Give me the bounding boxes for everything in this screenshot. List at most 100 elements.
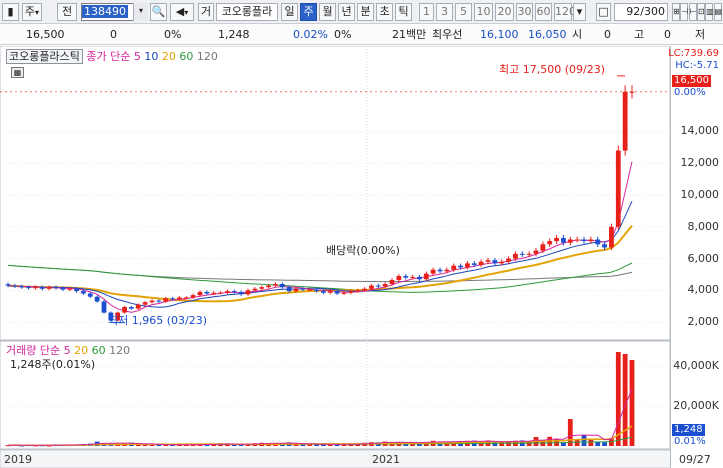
candle-body xyxy=(334,291,340,294)
period-button-3[interactable]: 년 xyxy=(338,3,355,21)
period-button-6[interactable]: 틱 xyxy=(395,3,412,21)
period-button-4[interactable]: 분 xyxy=(357,3,374,21)
candle-body xyxy=(348,291,354,293)
high-annotation: 최고 17,500 (09/23) xyxy=(499,63,606,76)
candle-body xyxy=(156,300,162,302)
candle-body xyxy=(314,289,319,292)
candle-body xyxy=(609,226,614,248)
candle-body xyxy=(204,291,210,294)
price-tick-label: 2,000 xyxy=(687,315,720,329)
chart-area[interactable]: 코오롱플라스틱 종가 단순 5 10 20 60 120 ▦ 최고 17,500… xyxy=(0,46,723,468)
candle-body xyxy=(478,261,484,265)
interval-button-10[interactable]: 10 xyxy=(474,3,493,21)
price-tick-label: 10,000 xyxy=(680,188,720,202)
date-label-2019: 2019 xyxy=(4,453,32,466)
period-button-1[interactable]: 주 xyxy=(300,3,317,21)
candle-body xyxy=(444,269,450,272)
geo-button[interactable]: 거 xyxy=(198,3,214,21)
bid-price: 16,050 xyxy=(528,28,567,41)
interval-button-5[interactable]: 5 xyxy=(455,3,472,21)
candle-body xyxy=(513,253,518,259)
candle-body xyxy=(410,276,415,278)
chart-tool-icon-2[interactable]: ⊢ xyxy=(688,3,697,21)
close-price: 16,500 xyxy=(26,28,65,41)
price-panel-frame xyxy=(0,46,671,341)
price-axis[interactable]: LC:739.69 HC:-5.71 14,000 12,000 10,000 8,0… xyxy=(668,46,723,468)
count-value: 92 xyxy=(626,5,641,18)
volume-bar xyxy=(581,435,587,446)
search-icon[interactable]: 🔍 xyxy=(150,3,167,21)
interval-button-20[interactable]: 20 xyxy=(495,3,514,21)
chart-tool-icon-3[interactable]: ⊡ xyxy=(696,3,705,21)
candle-body xyxy=(231,291,237,293)
candle-body xyxy=(554,237,559,242)
candle-body xyxy=(341,292,347,294)
volume-panel-name[interactable]: 거래량 xyxy=(6,344,36,357)
tool-icon[interactable]: □ xyxy=(596,3,611,21)
candle-body xyxy=(547,241,553,245)
candle-body xyxy=(19,286,25,288)
candle-body xyxy=(417,276,422,280)
period-button-0[interactable]: 일 xyxy=(281,3,298,21)
volume-bar xyxy=(615,352,621,446)
candle-body xyxy=(499,261,505,264)
price-tick-label: 6,000 xyxy=(687,251,720,265)
candle-body xyxy=(81,291,86,294)
last-volume-badge: 1,248 xyxy=(672,424,705,436)
candle-body xyxy=(533,250,539,254)
candle-body xyxy=(588,239,594,242)
interval-button-120[interactable]: 120 xyxy=(554,3,576,21)
period-button-2[interactable]: 월 xyxy=(319,3,336,21)
type-label: 주 xyxy=(24,5,36,18)
candle-body xyxy=(485,260,491,262)
candle-body xyxy=(129,307,134,309)
interval-dropdown-button[interactable]: ▾ xyxy=(573,3,586,21)
grid-table-icon[interactable]: ▦ xyxy=(11,67,24,78)
candle-body xyxy=(519,253,525,255)
price-tick-label: 12,000 xyxy=(680,156,720,170)
chart-tool-icon-1[interactable]: ⊣ xyxy=(680,3,689,21)
code-dropdown-button[interactable]: ▾ xyxy=(133,3,148,21)
candle-body xyxy=(60,287,66,290)
candle-body xyxy=(307,289,313,291)
candle-body xyxy=(259,287,265,289)
chart-tool-icon-4[interactable]: ▥ xyxy=(705,3,714,21)
candle-body xyxy=(39,287,45,289)
volume-tick-label: 40,000K xyxy=(673,359,719,372)
candle-body xyxy=(273,283,278,286)
price-panel-name[interactable]: 코오롱플라스틱 xyxy=(6,49,83,64)
candle-body xyxy=(101,301,107,313)
interval-button-3[interactable]: 3 xyxy=(436,3,453,21)
candle-body xyxy=(211,292,217,294)
ma20-legend: 20 xyxy=(161,50,176,63)
chart-toggle-button[interactable]: ▮ xyxy=(2,3,19,21)
interval-button-30[interactable]: 30 xyxy=(516,3,533,21)
ma-label: 종가 단순 xyxy=(86,50,131,63)
candle-body xyxy=(53,287,59,289)
candle-body xyxy=(595,239,601,245)
period-button-5[interactable]: 초 xyxy=(376,3,393,21)
candle-body xyxy=(190,295,196,298)
candle-body xyxy=(135,304,141,309)
jeon-button[interactable]: 전 xyxy=(57,3,77,21)
interval-button-1[interactable]: 1 xyxy=(419,3,434,21)
candle-body xyxy=(74,288,79,292)
candle-body xyxy=(300,288,306,290)
speaker-icon[interactable]: ◀▾ xyxy=(170,3,194,21)
low-label: 저 xyxy=(695,28,706,41)
chart-tool-icon-0[interactable]: ⊞ xyxy=(672,3,680,21)
chart-tool-icon-5[interactable]: ▤ xyxy=(713,3,722,21)
interval-button-60[interactable]: 60 xyxy=(535,3,552,21)
candle-body xyxy=(279,283,285,288)
volume-tick-label: 20,000K xyxy=(673,399,719,412)
type-select[interactable]: 주▾ xyxy=(22,3,42,21)
candle-body xyxy=(615,150,621,227)
candle-body xyxy=(451,265,457,270)
candle-body xyxy=(581,239,587,242)
speaker-glyph: ◀ xyxy=(175,5,185,18)
candle-body xyxy=(492,260,498,264)
candle-body xyxy=(238,291,244,295)
candle-body xyxy=(574,239,580,241)
candle-body xyxy=(437,269,443,272)
data-count-field[interactable]: 92/300 xyxy=(614,3,668,21)
